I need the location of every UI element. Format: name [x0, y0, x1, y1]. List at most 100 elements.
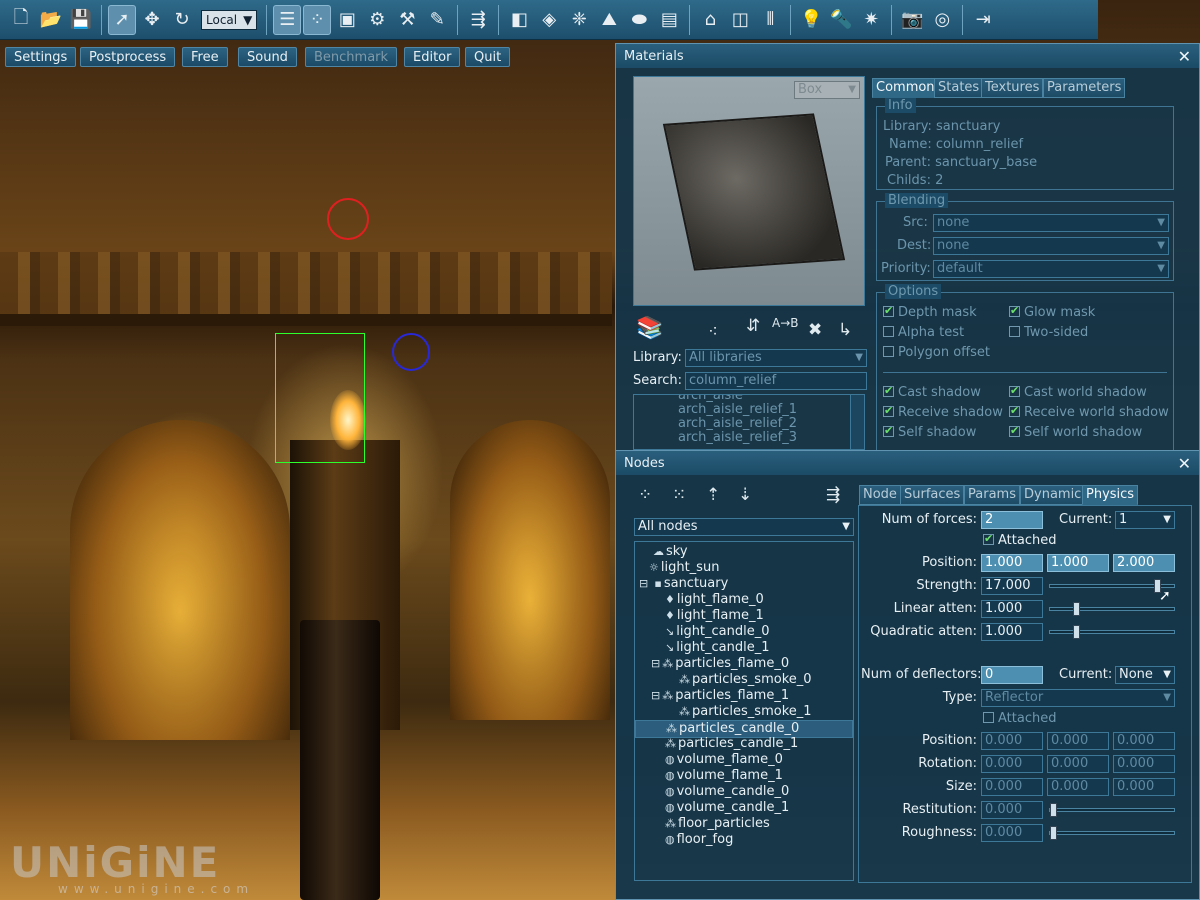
strength-field[interactable]: 17.000 [981, 577, 1043, 595]
node-move-up-icon[interactable]: ⇡ [706, 485, 720, 505]
tree-node[interactable]: ◍ volume_candle_0 [665, 784, 789, 799]
tree-node[interactable]: ◍ volume_flame_0 [665, 752, 783, 767]
slider-knob[interactable] [1050, 826, 1057, 840]
position-z-field[interactable]: 2.000 [1113, 554, 1175, 572]
list-item[interactable]: arch_aisle_relief_3 [678, 431, 797, 445]
roughness-slider[interactable] [1049, 826, 1175, 840]
free-button[interactable]: Free [182, 47, 228, 67]
settings-button[interactable]: Settings [5, 47, 77, 67]
node-filter-select[interactable]: All nodes ▼ [634, 518, 854, 536]
postprocess-button[interactable]: Postprocess [80, 47, 176, 67]
tree-node[interactable]: ⁂ particles_smoke_1 [679, 704, 812, 719]
node-delete-icon[interactable]: ⁙ [672, 485, 686, 505]
box-icon[interactable]: ◧ [505, 5, 533, 35]
list-item[interactable]: arch_aisle_relief_2 [678, 417, 797, 431]
deflector-position-z[interactable]: 0.000 [1113, 732, 1175, 750]
tab-common[interactable]: Common [872, 78, 939, 98]
node-tree[interactable]: ☁ sky ☼ light_sun ⊟ ▪ sanctuary ♦ light_flam… [634, 541, 854, 881]
tree-node[interactable]: ☼ light_sun [649, 560, 719, 575]
tree-node[interactable]: ↘ light_candle_1 [665, 640, 770, 655]
material-preview[interactable]: Box ▼ [633, 76, 865, 306]
rotation-y[interactable]: 0.000 [1047, 755, 1109, 773]
tab-textures[interactable]: Textures [981, 78, 1044, 98]
light-gizmo-blue[interactable] [392, 333, 430, 371]
slider-knob[interactable] [1050, 803, 1057, 817]
rotation-z[interactable]: 0.000 [1113, 755, 1175, 773]
search-input[interactable]: column_relief [685, 372, 867, 390]
depth-mask-checkbox[interactable]: ✔ Depth mask [883, 304, 977, 320]
alpha-test-checkbox[interactable]: Alpha test [883, 325, 964, 340]
nodes-icon[interactable]: ⁘ [303, 4, 332, 35]
self-shadow-checkbox[interactable]: ✔ Self shadow [883, 424, 976, 440]
dest-select[interactable]: none ▼ [933, 237, 1169, 255]
select-icon[interactable]: ➚ [108, 4, 136, 35]
close-icon[interactable]: ✕ [1178, 454, 1191, 473]
num-deflectors-field[interactable]: 0 [981, 666, 1043, 684]
slider-knob[interactable] [1073, 602, 1080, 616]
priority-select[interactable]: default ▼ [933, 260, 1169, 278]
tree-node[interactable]: ⁂ floor_particles [665, 816, 770, 831]
new-icon[interactable]: 🗋 [7, 5, 35, 35]
receive-shadow-checkbox[interactable]: ✔ Receive shadow [883, 404, 1003, 420]
light-gizmo-red[interactable] [327, 198, 369, 240]
spot-icon[interactable]: 🔦 [827, 5, 855, 35]
exit-icon[interactable]: ⇥ [969, 5, 997, 35]
force-attached-checkbox[interactable]: ✔ Attached [983, 532, 1056, 548]
tab-parameters[interactable]: Parameters [1043, 78, 1126, 98]
screen-icon[interactable]: ◎ [928, 5, 956, 35]
list-icon[interactable]: ☰ [273, 4, 302, 35]
current-force-select[interactable]: 1 ▼ [1115, 511, 1175, 529]
cast-shadow-checkbox[interactable]: ✔ Cast shadow [883, 384, 981, 400]
receive-world-shadow-checkbox[interactable]: ✔ Receive world shadow [1009, 404, 1169, 420]
tools-icon[interactable]: ⚒ [393, 5, 421, 35]
mesh-icon[interactable]: ◈ [535, 5, 563, 35]
node-tree-icon[interactable]: ⁘ [638, 485, 652, 505]
tree-node[interactable]: ◍ volume_candle_1 [665, 800, 789, 815]
tree-node[interactable]: ♦ light_flame_1 [665, 608, 764, 623]
restitution-slider[interactable] [1049, 803, 1175, 817]
tree-node[interactable]: ⊟ ⁂ particles_flame_0 [651, 656, 789, 671]
scrollbar[interactable] [850, 395, 864, 449]
tree-node[interactable]: ◍ volume_flame_1 [665, 768, 783, 783]
node-move-down-icon[interactable]: ⇣ [738, 485, 752, 505]
move-material-icon[interactable]: ⁖ [708, 322, 718, 342]
move-icon[interactable]: ✥ [138, 5, 166, 35]
tab-physics[interactable]: Physics [1082, 485, 1139, 505]
size-z[interactable]: 0.000 [1113, 778, 1175, 796]
library-icon[interactable]: 📚 [636, 316, 663, 341]
inherit-icon[interactable]: ⇵ [746, 316, 760, 336]
linear-atten-field[interactable]: 1.000 [981, 600, 1043, 618]
rotate-icon[interactable]: ↻ [168, 5, 196, 35]
num-forces-field[interactable]: 2 [981, 511, 1043, 529]
tab-node[interactable]: Node [859, 485, 901, 505]
gear-icon[interactable]: ⚙ [363, 5, 391, 35]
tab-states[interactable]: States [934, 78, 984, 98]
position-y-field[interactable]: 1.000 [1047, 554, 1109, 572]
tree-node[interactable]: ⊟ ▪ sanctuary [639, 576, 728, 591]
tab-params[interactable]: Params [964, 485, 1020, 505]
camera-icon[interactable]: 📷 [898, 5, 926, 35]
quit-button[interactable]: Quit [465, 47, 511, 67]
deflector-position-x[interactable]: 0.000 [981, 732, 1043, 750]
size-x[interactable]: 0.000 [981, 778, 1043, 796]
tree-node[interactable]: ◍ floor_fog [665, 832, 733, 847]
library-select[interactable]: All libraries ▼ [685, 349, 867, 367]
tree-node[interactable]: ⁂ particles_candle_1 [665, 736, 798, 751]
tree-node[interactable]: ♦ light_flame_0 [665, 592, 764, 607]
two-sided-checkbox[interactable]: Two-sided [1009, 325, 1088, 340]
current-deflector-select[interactable]: None ▼ [1115, 666, 1175, 684]
rotation-x[interactable]: 0.000 [981, 755, 1043, 773]
tree-node[interactable]: ☁ sky [653, 544, 688, 559]
polygon-offset-checkbox[interactable]: Polygon offset [883, 345, 990, 360]
strength-slider[interactable] [1049, 579, 1175, 593]
editor-button[interactable]: Editor [404, 47, 461, 67]
roughness-field[interactable]: 0.000 [981, 824, 1043, 842]
sound-button[interactable]: Sound [238, 47, 297, 67]
delete-material-icon[interactable]: ✖ [808, 320, 822, 340]
bars-icon[interactable]: ⦀ [756, 5, 784, 35]
tab-surfaces[interactable]: Surfaces [900, 485, 965, 505]
benchmark-button[interactable]: Benchmark [305, 47, 398, 67]
layers-icon[interactable]: ▤ [655, 5, 683, 35]
src-select[interactable]: none ▼ [933, 214, 1169, 232]
save-icon[interactable]: 💾 [67, 5, 95, 35]
